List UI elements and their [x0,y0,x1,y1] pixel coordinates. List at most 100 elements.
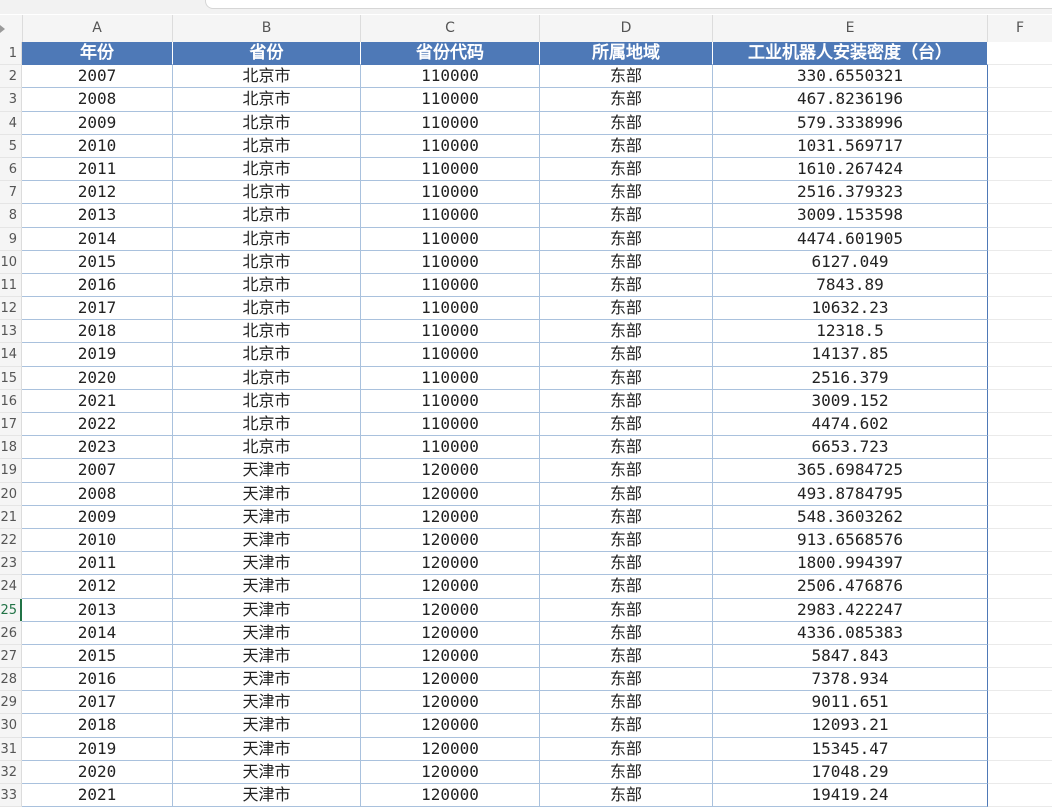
row-number[interactable]: 14 [0,343,22,367]
cell-province-code[interactable]: 110000 [361,250,540,274]
empty-cell[interactable] [988,668,1052,692]
cell-robot-density[interactable]: 467.8236196 [713,88,988,112]
cell-region[interactable]: 东部 [540,644,713,669]
cell-province-code[interactable]: 110000 [361,181,540,205]
row-number[interactable]: 25 [0,598,22,622]
cell-province[interactable]: 天津市 [173,668,361,692]
column-header-a[interactable]: A [22,15,173,42]
header-cell-year[interactable]: 年份 [22,42,173,66]
cell-region[interactable]: 东部 [540,552,713,576]
row-number[interactable]: 27 [0,644,22,669]
cell-province-code[interactable]: 120000 [361,760,540,784]
row-number[interactable]: 16 [0,389,22,413]
row-number[interactable]: 11 [0,273,22,298]
empty-cell[interactable] [988,228,1052,251]
cell-province-code[interactable]: 120000 [361,552,540,576]
empty-cell[interactable] [988,320,1052,344]
cell-robot-density[interactable]: 1800.994397 [713,552,988,576]
empty-cell[interactable] [988,483,1052,506]
cell-region[interactable]: 东部 [540,88,713,112]
cell-province-code[interactable]: 120000 [361,644,540,669]
cell-region[interactable]: 东部 [540,273,713,298]
cell-province[interactable]: 北京市 [173,413,361,437]
header-cell-region[interactable]: 所属地域 [540,42,713,66]
cell-province-code[interactable]: 110000 [361,204,540,228]
cell-region[interactable]: 东部 [540,621,713,645]
row-number[interactable]: 19 [0,459,22,483]
cell-province[interactable]: 北京市 [173,204,361,228]
cell-year[interactable]: 2008 [22,88,173,112]
empty-cell[interactable] [988,691,1052,715]
empty-cell[interactable] [988,506,1052,529]
empty-cell[interactable] [988,459,1052,483]
cell-year[interactable]: 2009 [22,111,173,135]
cell-province-code[interactable]: 120000 [361,668,540,692]
select-all-corner[interactable] [0,15,23,42]
cell-region[interactable]: 东部 [540,366,713,390]
cell-province[interactable]: 北京市 [173,436,361,460]
column-header-b[interactable]: B [173,15,361,42]
cell-province[interactable]: 天津市 [173,644,361,669]
cell-province[interactable]: 天津市 [173,482,361,506]
cell-province[interactable]: 天津市 [173,505,361,529]
row-number[interactable]: 9 [0,227,22,251]
empty-cell[interactable] [988,343,1052,367]
cell-region[interactable]: 东部 [540,575,713,599]
cell-robot-density[interactable]: 3009.153598 [713,204,988,228]
cell-robot-density[interactable]: 4336.085383 [713,621,988,645]
cell-robot-density[interactable]: 2516.379 [713,366,988,390]
cell-province-code[interactable]: 120000 [361,691,540,715]
cell-province-code[interactable]: 120000 [361,714,540,738]
cell-year[interactable]: 2015 [22,644,173,669]
cell-year[interactable]: 2007 [22,459,173,483]
empty-cell[interactable] [988,251,1052,274]
empty-cell[interactable] [988,738,1052,761]
cell-robot-density[interactable]: 2983.422247 [713,598,988,622]
cell-year[interactable]: 2009 [22,505,173,529]
row-number[interactable]: 2 [0,65,22,89]
empty-cell[interactable] [988,622,1052,645]
cell-robot-density[interactable]: 3009.152 [713,389,988,413]
row-number[interactable]: 29 [0,691,22,715]
column-header-d[interactable]: D [540,15,713,42]
cell-robot-density[interactable]: 15345.47 [713,737,988,761]
row-number[interactable]: 20 [0,482,22,506]
cell-region[interactable]: 东部 [540,691,713,715]
row-number[interactable]: 23 [0,552,22,576]
header-cell-province[interactable]: 省份 [173,42,361,66]
cell-province[interactable]: 天津市 [173,552,361,576]
cell-province-code[interactable]: 110000 [361,413,540,437]
cell-province-code[interactable]: 110000 [361,88,540,112]
cell-province[interactable]: 北京市 [173,227,361,251]
cell-robot-density[interactable]: 6127.049 [713,250,988,274]
row-number[interactable]: 33 [0,784,22,807]
cell-province-code[interactable]: 110000 [361,134,540,158]
cell-province[interactable]: 北京市 [173,65,361,89]
cell-robot-density[interactable]: 493.8784795 [713,482,988,506]
cell-region[interactable]: 东部 [540,297,713,321]
cell-year[interactable]: 2013 [22,204,173,228]
cell-region[interactable]: 东部 [540,65,713,89]
row-number[interactable]: 15 [0,366,22,390]
cell-region[interactable]: 东部 [540,204,713,228]
cell-year[interactable]: 2020 [22,366,173,390]
row-number[interactable]: 12 [0,297,22,321]
cell-year[interactable]: 2012 [22,575,173,599]
row-number[interactable]: 6 [0,157,22,182]
cell-year[interactable]: 2020 [22,760,173,784]
cell-province[interactable]: 天津市 [173,528,361,553]
empty-cell[interactable] [988,714,1052,738]
cell-year[interactable]: 2010 [22,134,173,158]
cell-year[interactable]: 2014 [22,227,173,251]
cell-year[interactable]: 2010 [22,528,173,553]
cell-province[interactable]: 天津市 [173,784,361,807]
cell-year[interactable]: 2021 [22,389,173,413]
cell-region[interactable]: 东部 [540,760,713,784]
cell-robot-density[interactable]: 12093.21 [713,714,988,738]
cell-province-code[interactable]: 110000 [361,389,540,413]
row-number[interactable]: 30 [0,714,22,738]
cell-province[interactable]: 天津市 [173,691,361,715]
cell-province[interactable]: 天津市 [173,598,361,622]
empty-cell[interactable] [988,552,1052,576]
cell-year[interactable]: 2008 [22,482,173,506]
